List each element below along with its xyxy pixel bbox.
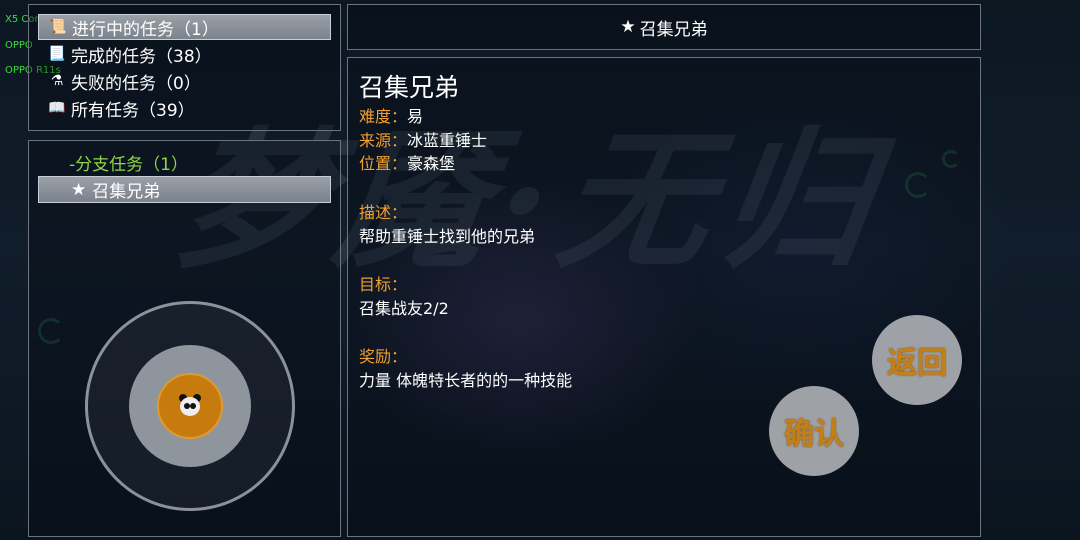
menu-item-label: 所有任务（39） — [71, 100, 195, 121]
location-row: 位置： 豪森堡 — [359, 150, 455, 174]
quest-name: 召集兄弟 — [359, 73, 460, 102]
objective-text: 召集战友2/2 — [359, 299, 449, 318]
menu-item-label: 完成的任务（38） — [71, 46, 212, 67]
quest-title: 召集兄弟 — [639, 19, 708, 40]
book-icon: 📖 — [48, 100, 66, 116]
reward-text: 力量 体魄特长者的的一种技能 — [359, 371, 573, 390]
quest-list-item-label: 召集兄弟 — [92, 182, 161, 202]
quest-detail-panel: 召集兄弟 难度： 易 来源： 冰蓝重锤士 位置： 豪森堡 描述： 帮助重锤士找到… — [347, 57, 981, 537]
source-value: 冰蓝重锤士 — [407, 131, 488, 150]
difficulty-value: 易 — [407, 107, 424, 126]
objective-label: 目标： — [359, 275, 408, 294]
menu-item-in-progress[interactable]: 📜 进行中的任务（1） — [38, 14, 331, 40]
source-row: 来源： 冰蓝重锤士 — [359, 127, 487, 151]
location-value: 豪森堡 — [407, 154, 456, 173]
joystick-knob[interactable] — [157, 373, 223, 439]
flask-icon: ⚗ — [50, 73, 64, 89]
menu-item-all[interactable]: 📖 所有任务（39） — [38, 95, 331, 121]
menu-item-completed[interactable]: 📃 完成的任务（38） — [38, 41, 331, 67]
reward-label: 奖励： — [359, 347, 408, 366]
menu-item-label: 进行中的任务（1） — [72, 19, 219, 40]
description-label: 描述： — [359, 203, 408, 222]
menu-item-label: 失败的任务（0） — [71, 73, 201, 94]
quest-title-bar: ★ 召集兄弟 — [347, 4, 981, 50]
star-icon: ★ — [620, 17, 636, 37]
quest-filter-panel: 📜 进行中的任务（1） 📃 完成的任务（38） ⚗ 失败的任务（0） 📖 所有任… — [28, 4, 341, 131]
scroll-open-icon: 📃 — [48, 46, 66, 62]
source-label: 来源： — [359, 131, 408, 150]
difficulty-row: 难度： 易 — [359, 103, 423, 127]
quest-list-item[interactable]: ★ 召集兄弟 — [38, 176, 331, 203]
joystick-ring — [129, 345, 251, 467]
location-label: 位置： — [359, 154, 408, 173]
panda-icon — [178, 394, 202, 418]
difficulty-label: 难度： — [359, 107, 408, 126]
scroll-icon: 📜 — [49, 19, 67, 35]
quest-category-header[interactable]: -分支任务（1） — [69, 150, 188, 175]
virtual-joystick[interactable] — [85, 301, 295, 511]
menu-item-failed[interactable]: ⚗ 失败的任务（0） — [38, 68, 331, 94]
star-icon: ★ — [71, 179, 87, 200]
back-button[interactable]: 返回 — [872, 315, 962, 405]
description-text: 帮助重锤士找到他的兄弟 — [359, 227, 536, 246]
quest-list-panel: -分支任务（1） ★ 召集兄弟 — [28, 140, 341, 537]
confirm-button[interactable]: 确认 — [769, 386, 859, 476]
